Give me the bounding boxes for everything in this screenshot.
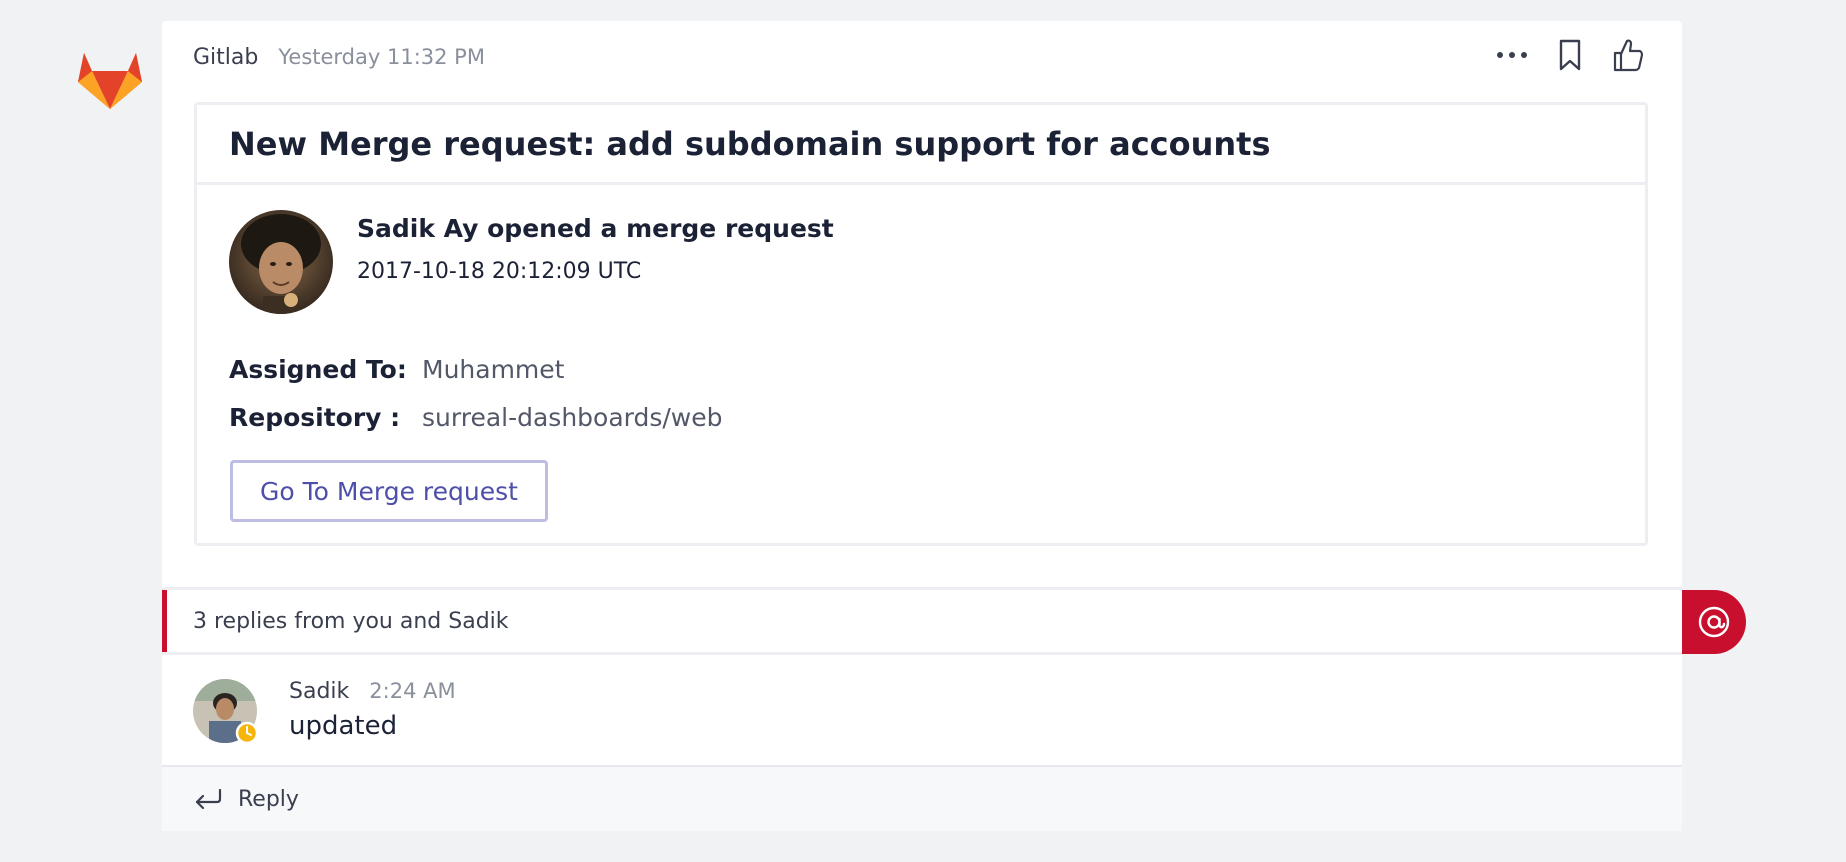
fact-value: surreal-dashboards/web [422,402,723,432]
bookmark-icon[interactable] [1552,35,1588,75]
fact-value: Muhammet [422,354,565,384]
like-icon[interactable] [1610,35,1646,75]
reply-author[interactable]: Sadik [289,679,349,704]
reply-label: Reply [238,786,299,812]
author-row: Sadik Ay opened a merge request 2017-10-… [229,210,834,314]
go-to-merge-request-button[interactable]: Go To Merge request [230,460,548,522]
post-timestamp: Yesterday 11:32 PM [278,45,485,69]
more-options-icon[interactable] [1494,35,1530,75]
reply-button[interactable]: Reply [162,765,1682,831]
author-activity: Sadik Ay opened a merge request [357,214,834,243]
reply-timestamp: 2:24 AM [369,679,456,703]
card-title: New Merge request: add subdomain support… [197,105,1645,185]
reply-avatar[interactable] [193,679,259,745]
replies-summary[interactable]: 3 replies from you and Sadik [162,587,1682,655]
fact-key: Assigned To: [229,354,407,384]
mention-icon [1682,590,1746,654]
fact-set: Assigned To: Muhammet Repository : surre… [229,345,723,441]
replies-summary-text[interactable]: 3 replies from you and Sadik [193,590,509,652]
activity-date: 2017-10-18 20:12:09 UTC [357,259,642,284]
reply-arrow-icon [193,787,223,811]
post-header: Gitlab Yesterday 11:32 PM [193,45,485,75]
gitlab-logo-icon [75,45,145,115]
sender-name[interactable]: Gitlab [193,45,258,70]
reply-message: Sadik 2:24 AM updated [162,657,1682,763]
fact-key: Repository : [229,402,401,432]
unread-accent-bar [162,590,167,652]
fact-repository: Repository : surreal-dashboards/web [229,393,723,441]
fact-assigned-to: Assigned To: Muhammet [229,345,723,393]
author-avatar [229,210,333,314]
merge-request-card: New Merge request: add subdomain support… [194,102,1648,546]
post-actions [1494,35,1646,75]
reply-text: updated [289,711,398,741]
